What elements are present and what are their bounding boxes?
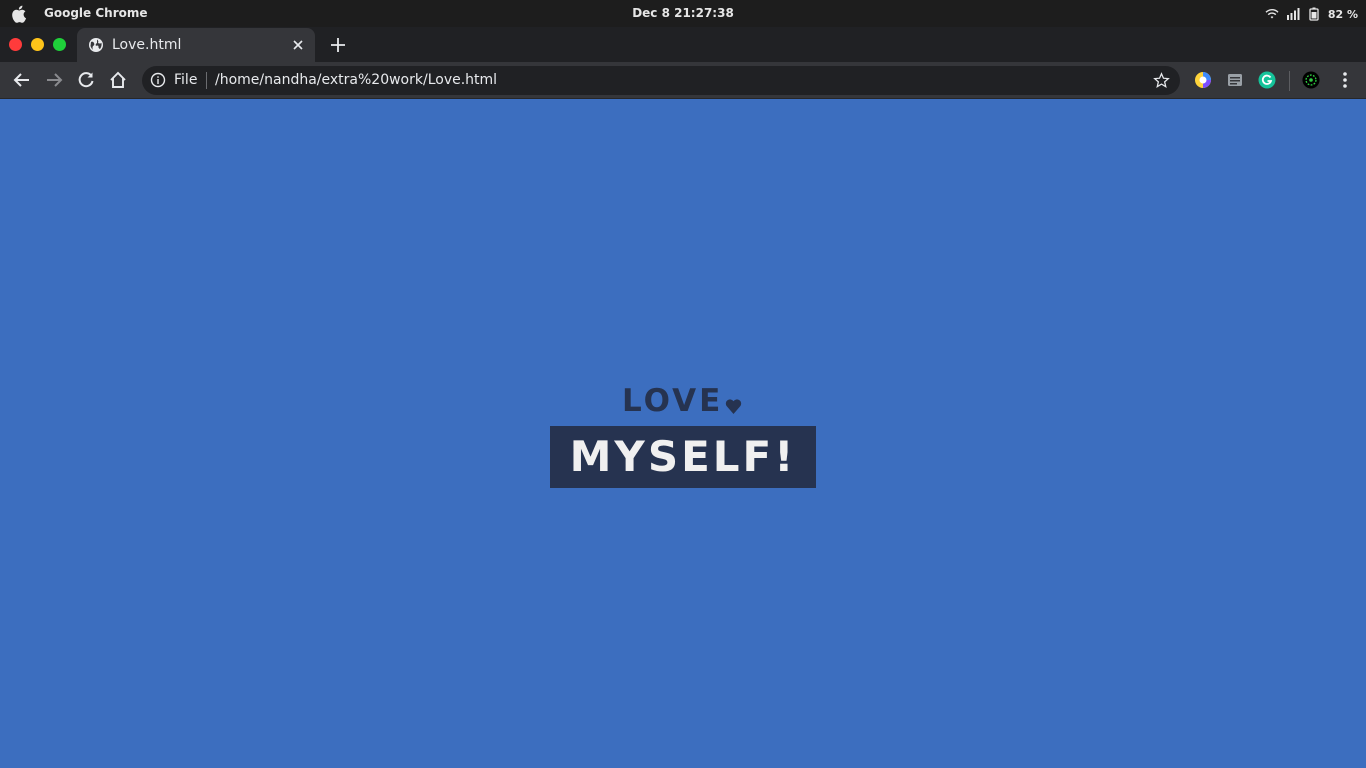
globe-icon xyxy=(89,38,103,52)
os-top-bar: Google Chrome Dec 8 21:27:38 82 % xyxy=(0,0,1366,27)
url-text[interactable]: /home/nandha/extra%20work/Love.html xyxy=(215,72,497,88)
myself-banner: MYSELF! xyxy=(550,426,816,488)
new-tab-plus-icon[interactable] xyxy=(328,35,348,55)
reader-extension-icon[interactable] xyxy=(1226,71,1244,89)
apple-menu-icon[interactable] xyxy=(10,5,27,23)
back-arrow-icon[interactable] xyxy=(12,70,32,90)
browser-toolbar: File /home/nandha/extra%20work/Love.html xyxy=(0,62,1366,99)
close-tab-icon[interactable] xyxy=(290,37,306,53)
myself-text: MYSELF! xyxy=(569,432,797,481)
home-icon[interactable] xyxy=(108,70,128,90)
battery-percentage: 82 % xyxy=(1327,7,1358,21)
os-app-name[interactable]: Google Chrome xyxy=(44,6,148,20)
profile-avatar-icon[interactable] xyxy=(1302,71,1320,89)
wifi-icon[interactable] xyxy=(1265,7,1279,21)
os-clock[interactable]: Dec 8 21:27:38 xyxy=(0,6,1366,20)
extensions-divider xyxy=(1289,71,1290,91)
love-text: LOVE xyxy=(622,383,724,419)
site-info-icon[interactable] xyxy=(150,72,166,88)
system-tray[interactable]: 82 % xyxy=(1265,5,1358,23)
volume-icon[interactable] xyxy=(1286,7,1300,21)
window-minimize-button[interactable] xyxy=(31,38,44,51)
grammarly-icon[interactable] xyxy=(1258,71,1276,89)
omnibox-divider xyxy=(206,72,207,89)
more-menu-icon[interactable] xyxy=(1335,70,1355,90)
page-viewport: LOVE MYSELF! xyxy=(0,99,1366,768)
address-bar[interactable]: File /home/nandha/extra%20work/Love.html xyxy=(142,66,1180,95)
window-maximize-button[interactable] xyxy=(53,38,66,51)
heart-icon xyxy=(726,399,742,414)
bookmark-star-icon[interactable] xyxy=(1153,72,1170,89)
colorful-circle-extension-icon[interactable] xyxy=(1194,71,1212,89)
reload-icon[interactable] xyxy=(76,70,96,90)
forward-arrow-icon[interactable] xyxy=(44,70,64,90)
window-close-button[interactable] xyxy=(9,38,22,51)
love-heading: LOVE xyxy=(622,385,742,417)
battery-icon[interactable] xyxy=(1307,7,1321,21)
tab-title: Love.html xyxy=(112,37,182,53)
scheme-label: File xyxy=(174,72,198,88)
tab-strip: Love.html xyxy=(0,27,1366,62)
tab-love-html[interactable]: Love.html xyxy=(77,28,315,62)
